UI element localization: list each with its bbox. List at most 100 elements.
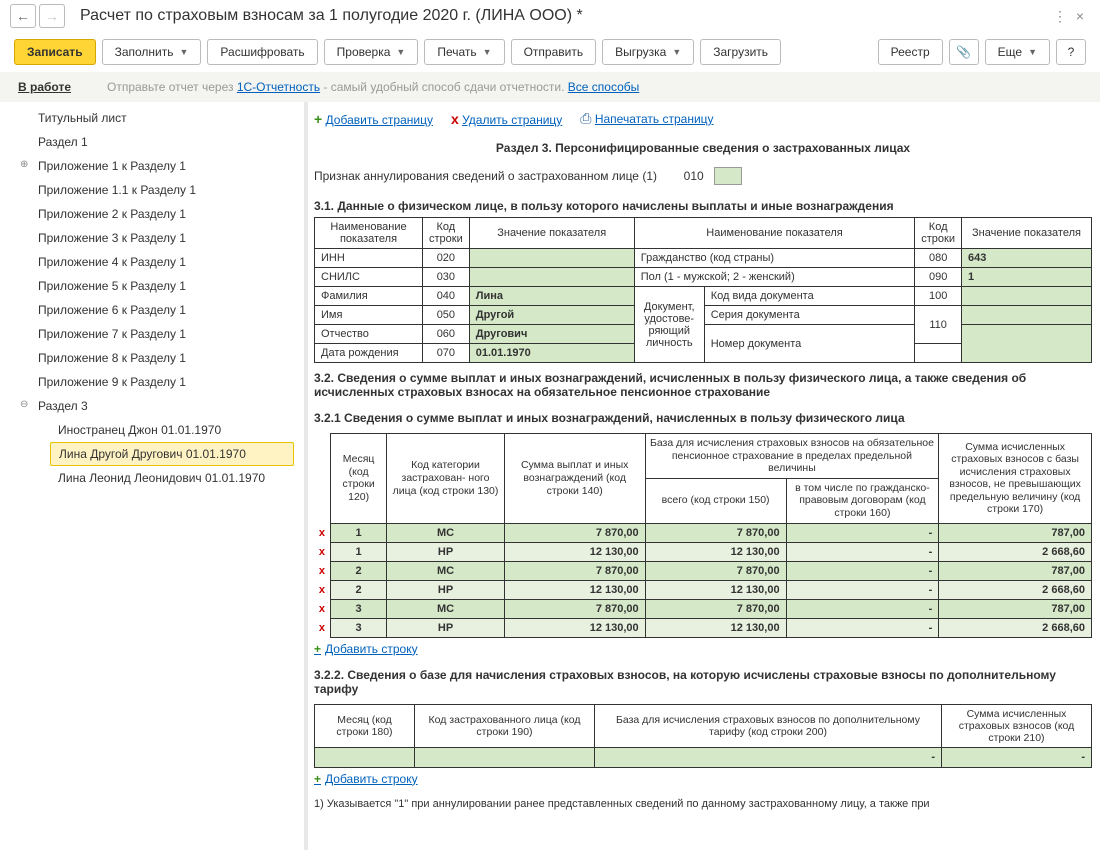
val-sex[interactable]: 1 [962,268,1092,287]
cell-140[interactable]: 12 130,00 [504,618,645,637]
cell-170[interactable]: 2 668,60 [939,542,1092,561]
tree-item[interactable]: Приложение 5 к Разделу 1 [0,274,304,298]
delete-page-link[interactable]: x Удалить страницу [451,111,562,127]
cell-170[interactable]: 2 668,60 [939,618,1092,637]
delete-row-icon[interactable]: x [314,580,330,599]
cell-month[interactable]: 2 [330,561,386,580]
delete-row-icon[interactable]: x [314,542,330,561]
cell-140[interactable]: 12 130,00 [504,542,645,561]
tree-item[interactable]: Приложение 7 к Разделу 1 [0,322,304,346]
cell-160[interactable]: - [786,523,939,542]
tree-item[interactable]: Лина Другой Другович 01.01.1970 [50,442,294,466]
attach-button[interactable]: 📎 [949,39,979,65]
check-button[interactable]: Проверка▼ [324,39,419,65]
expand-icon[interactable]: ⊕ [20,159,28,170]
tree-item[interactable]: ⊖Раздел 3 [0,394,304,418]
annul-field[interactable] [714,167,742,185]
delete-row-icon[interactable]: x [314,599,330,618]
cell-160[interactable]: - [786,599,939,618]
cell-month[interactable]: 2 [330,580,386,599]
print-button[interactable]: Печать▼ [424,39,504,65]
tree-item[interactable]: Лина Леонид Леонидович 01.01.1970 [0,466,304,490]
cell-month[interactable]: 3 [330,599,386,618]
delete-row-icon[interactable]: x [314,523,330,542]
import-button[interactable]: Загрузить [700,39,781,65]
tree-item[interactable]: Приложение 9 к Разделу 1 [0,370,304,394]
val-name[interactable]: Другой [469,306,634,325]
forward-button[interactable]: → [39,4,65,28]
cell-160[interactable]: - [786,561,939,580]
val-snils[interactable] [469,268,634,287]
val-doc-num[interactable] [962,325,1092,363]
cell-150[interactable]: 12 130,00 [645,580,786,599]
cell-140[interactable]: 7 870,00 [504,599,645,618]
fill-button[interactable]: Заполнить▼ [102,39,202,65]
cell-170[interactable]: 2 668,60 [939,580,1092,599]
cell-cat[interactable]: НР [387,618,504,637]
tree-item[interactable]: Приложение 8 к Разделу 1 [0,346,304,370]
cell-170[interactable]: 787,00 [939,561,1092,580]
cell-cat[interactable]: МС [387,599,504,618]
more-icon[interactable]: ⋮ [1050,8,1070,25]
cell-cat[interactable]: МС [387,561,504,580]
tree-item[interactable]: Приложение 6 к Разделу 1 [0,298,304,322]
cell-month[interactable]: 1 [330,523,386,542]
link-1c-report[interactable]: 1С-Отчетность [237,80,320,94]
print-page-link[interactable]: ⎙ Напечатать страницу [580,110,713,127]
val-inn[interactable] [469,249,634,268]
cell-322-month[interactable] [315,747,415,767]
more-button[interactable]: Еще▼ [985,39,1050,65]
link-all-methods[interactable]: Все способы [568,80,640,94]
cell-150[interactable]: 7 870,00 [645,599,786,618]
cell-160[interactable]: - [786,618,939,637]
delete-row-icon[interactable]: x [314,618,330,637]
val-patr[interactable]: Другович [469,325,634,344]
cell-322-sum[interactable]: - [942,747,1092,767]
add-row-321[interactable]: + Добавить строку [314,638,418,660]
cell-140[interactable]: 7 870,00 [504,561,645,580]
write-button[interactable]: Записать [14,39,96,65]
cell-170[interactable]: 787,00 [939,599,1092,618]
cell-322-base[interactable]: - [595,747,942,767]
cell-month[interactable]: 1 [330,542,386,561]
add-page-link[interactable]: + Добавить страницу [314,111,433,127]
cell-160[interactable]: - [786,542,939,561]
val-fam[interactable]: Лина [469,287,634,306]
collapse-icon[interactable]: ⊖ [20,399,28,410]
cell-150[interactable]: 7 870,00 [645,523,786,542]
val-doc-ser[interactable] [962,306,1092,325]
status-label[interactable]: В работе [18,80,71,94]
cell-cat[interactable]: МС [387,523,504,542]
tree-item[interactable]: Приложение 4 к Разделу 1 [0,250,304,274]
cell-150[interactable]: 12 130,00 [645,542,786,561]
cell-cat[interactable]: НР [387,580,504,599]
delete-row-icon[interactable]: x [314,561,330,580]
tree-item[interactable]: Титульный лист [0,106,304,130]
val-dob[interactable]: 01.01.1970 [469,344,634,363]
val-cit[interactable]: 643 [962,249,1092,268]
tree-item[interactable]: ⊕Приложение 1 к Разделу 1 [0,154,304,178]
back-button[interactable]: ← [10,4,36,28]
add-row-322[interactable]: + Добавить строку [314,768,418,790]
val-doc-type[interactable] [962,287,1092,306]
cell-140[interactable]: 7 870,00 [504,523,645,542]
cell-322-code[interactable] [415,747,595,767]
send-button[interactable]: Отправить [511,39,597,65]
close-icon[interactable]: × [1070,8,1090,24]
cell-140[interactable]: 12 130,00 [504,580,645,599]
cell-150[interactable]: 7 870,00 [645,561,786,580]
cell-cat[interactable]: НР [387,542,504,561]
export-button[interactable]: Выгрузка▼ [602,39,694,65]
tree-item[interactable]: Приложение 3 к Разделу 1 [0,226,304,250]
tree-item[interactable]: Приложение 1.1 к Разделу 1 [0,178,304,202]
cell-170[interactable]: 787,00 [939,523,1092,542]
help-button[interactable]: ? [1056,39,1086,65]
tree-item[interactable]: Приложение 2 к Разделу 1 [0,202,304,226]
decrypt-button[interactable]: Расшифровать [207,39,317,65]
cell-160[interactable]: - [786,580,939,599]
registry-button[interactable]: Реестр [878,39,943,65]
cell-150[interactable]: 12 130,00 [645,618,786,637]
cell-month[interactable]: 3 [330,618,386,637]
tree-item[interactable]: Иностранец Джон 01.01.1970 [0,418,304,442]
tree-item[interactable]: Раздел 1 [0,130,304,154]
